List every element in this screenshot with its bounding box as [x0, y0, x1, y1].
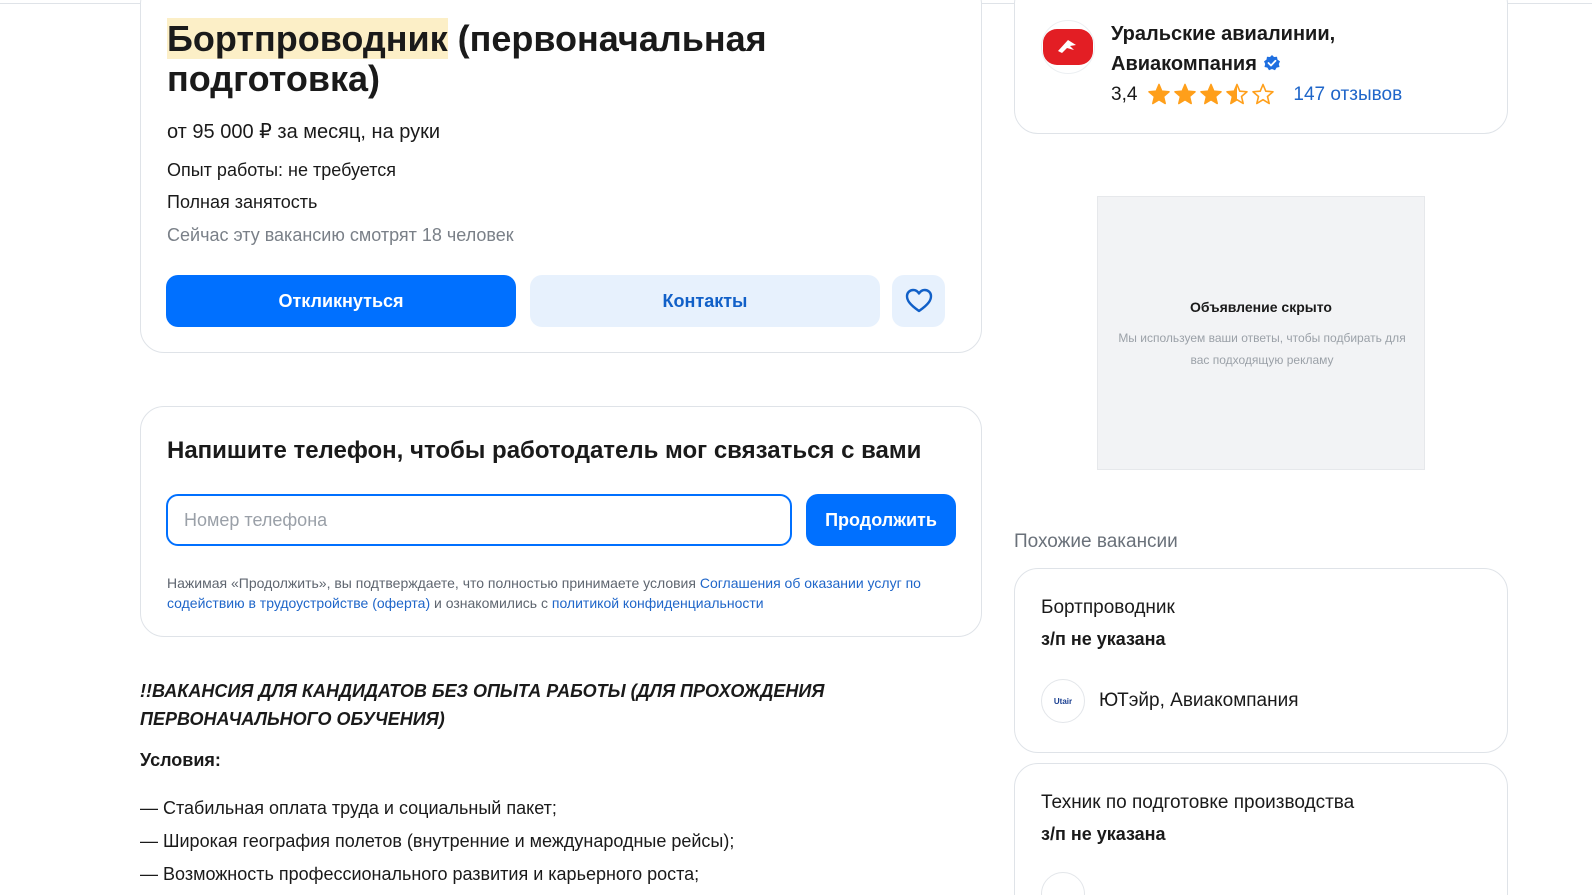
- star-icon: [1174, 83, 1197, 105]
- similar-vacancy-card[interactable]: Техник по подготовке производства з/п не…: [1014, 763, 1508, 895]
- star-icon: [1252, 83, 1275, 105]
- rating-value: 3,4: [1111, 84, 1138, 105]
- condition-item: — Стабильная оплата труда и социальный п…: [140, 798, 557, 818]
- salary: от 95 000 ₽ за месяц, на руки: [167, 121, 441, 143]
- star-icon: [1200, 83, 1223, 105]
- phone-form-card: Напишите телефон, чтобы работодатель мог…: [140, 406, 982, 637]
- ad-hidden-title: Объявление скрыто: [1190, 299, 1332, 315]
- star-icon: [1148, 83, 1171, 105]
- phone-form-title: Напишите телефон, чтобы работодатель мог…: [167, 437, 922, 464]
- similar-vacancies-title: Похожие вакансии: [1014, 531, 1178, 552]
- company-rating: 3,4 147 отзывов: [1111, 83, 1402, 107]
- continue-button[interactable]: Продолжить: [806, 494, 956, 546]
- conditions-list: — Стабильная оплата труда и социальный п…: [140, 792, 734, 891]
- reviews-link[interactable]: 147 отзывов: [1293, 84, 1402, 106]
- viewers-count: Сейчас эту вакансию смотрят 18 человек: [167, 225, 514, 245]
- vacancy-header-card: Бортпроводник (первоначальная подготовка…: [140, 0, 982, 353]
- company-card: Уральские авиалинии, Авиакомпания 3,4 14…: [1014, 0, 1508, 134]
- ural-airlines-logo-icon: [1043, 29, 1093, 65]
- condition-item: — Возможность профессионального развития…: [140, 864, 700, 884]
- utair-logo-text: Utair: [1053, 696, 1073, 706]
- ad-hidden-subtitle: Мы используем ваши ответы, чтобы подбира…: [1118, 331, 1406, 367]
- ad-placeholder: Объявление скрыто Мы используем ваши отв…: [1097, 196, 1425, 470]
- legal-middle: и ознакомились с: [430, 595, 552, 611]
- phone-input[interactable]: [166, 494, 792, 546]
- legal-notice: Нажимая «Продолжить», вы подтверждаете, …: [167, 573, 957, 613]
- company-logo: [1041, 872, 1085, 895]
- utair-logo-icon: Utair: [1041, 679, 1085, 723]
- apply-button[interactable]: Откликнуться: [166, 275, 516, 327]
- similar-vacancy-company: Utair ЮТэйр, Авиакомпания: [1041, 679, 1299, 723]
- conditions-title: Условия:: [140, 750, 221, 770]
- rating-stars: [1148, 83, 1275, 105]
- experience: Опыт работы: не требуется: [167, 160, 396, 180]
- legal-prefix: Нажимая «Продолжить», вы подтверждаете, …: [167, 575, 700, 591]
- description-headline: !!ВАКАНСИЯ ДЛЯ КАНДИДАТОВ БЕЗ ОПЫТА РАБО…: [140, 681, 825, 729]
- star-icon: [1226, 83, 1249, 105]
- vacancy-title-highlight: Бортпроводник: [167, 18, 448, 59]
- contacts-button[interactable]: Контакты: [530, 275, 880, 327]
- company-logo[interactable]: [1041, 20, 1095, 74]
- heart-icon: [905, 288, 932, 313]
- vacancy-title: Бортпроводник (первоначальная подготовка…: [167, 18, 927, 99]
- company-name[interactable]: Уральские авиалинии, Авиакомпания: [1111, 19, 1401, 79]
- similar-vacancy-title[interactable]: Бортпроводник: [1041, 597, 1175, 619]
- verified-badge-icon: [1263, 55, 1280, 71]
- condition-item: — Широкая география полетов (внутренние …: [140, 831, 735, 851]
- similar-vacancy-salary: з/п не указана: [1041, 629, 1166, 649]
- similar-vacancy-title[interactable]: Техник по подготовке производства: [1041, 792, 1354, 814]
- similar-company-name: ЮТэйр, Авиакомпания: [1099, 690, 1299, 711]
- similar-vacancy-salary: з/п не указана: [1041, 824, 1166, 844]
- privacy-policy-link[interactable]: политикой конфиденциальности: [552, 595, 764, 611]
- favorite-button[interactable]: [892, 275, 945, 327]
- company-name-text: Уральские авиалинии, Авиакомпания: [1111, 23, 1336, 75]
- employment-type: Полная занятость: [167, 192, 318, 212]
- similar-vacancy-card[interactable]: Бортпроводник з/п не указана Utair ЮТэйр…: [1014, 568, 1508, 753]
